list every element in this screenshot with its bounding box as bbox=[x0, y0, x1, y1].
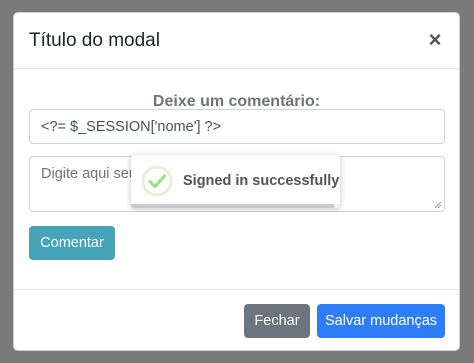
success-toast[interactable]: Signed in successfully bbox=[131, 155, 340, 208]
resize-grip-icon[interactable] bbox=[434, 201, 442, 209]
modal-title: Título do modal bbox=[29, 30, 160, 51]
comment-button[interactable]: Comentar bbox=[29, 226, 115, 260]
name-input[interactable] bbox=[29, 109, 445, 144]
toast-progress-bar bbox=[131, 204, 340, 208]
toast-progress-fill bbox=[131, 204, 334, 208]
toast-message: Signed in successfully bbox=[183, 173, 340, 189]
save-changes-button[interactable]: Salvar mudanças bbox=[317, 304, 445, 338]
success-check-icon bbox=[141, 165, 173, 197]
modal-header: Título do modal × bbox=[14, 13, 459, 69]
modal-footer: Fechar Salvar mudanças bbox=[14, 289, 459, 350]
close-button[interactable]: Fechar bbox=[244, 304, 310, 338]
close-icon[interactable]: × bbox=[425, 29, 445, 51]
